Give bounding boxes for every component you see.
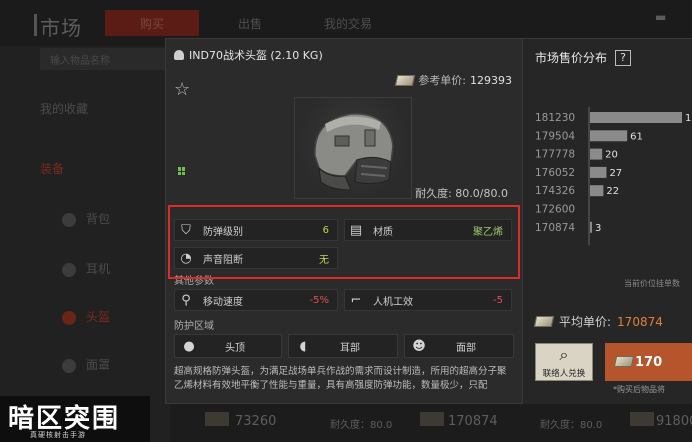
helmet-image (314, 113, 394, 191)
chart-tick-label: 170874 (535, 222, 575, 234)
money-icon (205, 412, 229, 426)
money-icon (533, 316, 555, 327)
ref-price-label: 参考单价: (418, 74, 466, 87)
item-name: IND70战术头盔 (2.10 KG) (189, 49, 323, 62)
attr-label: 人机工效 (373, 296, 413, 308)
chart-tick-label: 172600 (535, 204, 575, 216)
pistol-icon: ⌐ (350, 292, 362, 308)
help-button[interactable]: ? (615, 49, 632, 66)
chart-data-label: 61 (630, 131, 643, 142)
attr-value: -5% (309, 294, 329, 306)
backpack-icon (62, 212, 76, 227)
head-top-icon: ● (183, 338, 195, 354)
page-title: 市场 (40, 16, 82, 40)
listing-durability: 耐久度：80.0 (540, 420, 603, 431)
money-icon (630, 412, 654, 426)
title-accent (34, 14, 37, 36)
zone-ears: ◖ 耳部 (288, 334, 398, 358)
market-title: 市场售价分布 ? (535, 49, 632, 66)
attr-value: -5 (493, 294, 503, 306)
chart-bar (590, 130, 628, 142)
chart-tick-label: 174326 (535, 185, 575, 197)
listing-price: 91800 (656, 414, 692, 429)
ref-price-value: 129393 (470, 73, 512, 87)
item-title: IND70战术头盔 (2.10 KG) (174, 47, 323, 63)
avg-label: 平均单价: (559, 315, 612, 329)
headset-icon (62, 262, 76, 277)
avg-value: 170874 (617, 314, 663, 329)
nav-headset-label: 耳机 (86, 262, 111, 276)
mask-icon (62, 358, 76, 373)
currency-icon: ▬ (655, 10, 667, 24)
tab-sell[interactable]: 出售 (205, 10, 295, 36)
chart-bar (590, 112, 682, 123)
zone-label: 头顶 (225, 342, 245, 354)
nav-favorites[interactable]: 我的收藏 (40, 100, 164, 117)
market-price-panel: 市场售价分布 ? 181230 151 179504 61 177778 20 176052… (523, 38, 692, 404)
search-icon: ⌕ (559, 345, 569, 364)
zone-label: 耳部 (340, 342, 360, 354)
attr-move-speed: ⚲ 移动速度 -5% (174, 289, 338, 311)
zone-face: ☻ 面部 (404, 334, 514, 358)
chart-data-label: 22 (606, 186, 619, 197)
nav-equipment[interactable]: 装备 (40, 160, 164, 177)
attr-ergonomics: ⌐ 人机工效 -5 (344, 289, 512, 311)
chart-bar (590, 166, 607, 178)
item-description: 超高规格防弹头盔，为满足战场单兵作战的需求而设计制造，所用的超高分子聚乙烯材料有… (174, 366, 507, 391)
listing-price: 73260 (235, 414, 277, 429)
buy-price: 170 (635, 354, 663, 370)
protection-zone-label: 防护区域 (174, 321, 214, 332)
chart-data-label: 3 (595, 223, 601, 234)
nav-mask-label: 面罩 (86, 358, 111, 372)
item-image-frame (294, 97, 412, 199)
money-icon (613, 356, 635, 367)
chart-bar (590, 221, 592, 233)
face-icon: ☻ (412, 338, 426, 354)
nav-helmet-label: 头盔 (86, 310, 111, 324)
zone-head-top: ● 头顶 (174, 334, 282, 358)
grid-size-icon (178, 167, 186, 175)
durability-text: 耐久度: 80.0/80.0 (415, 187, 508, 200)
contact-exchange-button[interactable]: ⌕ 联络人兑换 (535, 343, 593, 381)
chart-data-label: 151 (685, 113, 692, 124)
listing-price: 170874 (448, 414, 498, 429)
chart-bar (590, 185, 604, 197)
helmet-icon (174, 50, 184, 60)
watermark-subtitle: 真硬核射击手游 (30, 431, 86, 439)
chart-data-label: 20 (605, 150, 618, 161)
chart-tick-label: 177778 (535, 149, 575, 161)
exchange-label: 联络人兑换 (542, 369, 586, 379)
chart-tick-label: 176052 (535, 167, 575, 179)
tab-my-trades[interactable]: 我的交易 (300, 10, 396, 36)
chart-tick-label: 181230 (535, 112, 575, 124)
zone-label: 面部 (456, 342, 476, 354)
buy-button[interactable]: 170 (605, 343, 692, 381)
highlight-box (168, 205, 520, 279)
money-icon (420, 412, 444, 426)
favorite-star-icon[interactable]: ☆ (174, 79, 190, 100)
average-price: 平均单价: 170874 (533, 313, 663, 330)
reference-price: 参考单价: 129393 (395, 72, 512, 88)
buy-note: *购买后物品将 (613, 385, 665, 394)
attr-label: 移动速度 (203, 296, 243, 308)
money-icon (395, 74, 416, 86)
chart-tick-label: 179504 (535, 130, 575, 142)
price-distribution-chart: 181230 151 179504 61 177778 20 176052 27 174326 2… (535, 107, 692, 246)
listing-durability: 耐久度：80.0 (330, 420, 393, 431)
chart-bar (590, 148, 603, 160)
tab-buy[interactable]: 购买 (105, 10, 199, 36)
running-icon: ⚲ (181, 292, 191, 308)
market-title-text: 市场售价分布 (535, 51, 608, 65)
chart-data-label: 27 (609, 168, 622, 179)
helmet-icon (62, 310, 76, 325)
chart-axis-caption: 当前价位挂单数 (624, 279, 680, 288)
nav-backpack-label: 背包 (86, 212, 111, 226)
ear-icon: ◖ (299, 338, 307, 354)
